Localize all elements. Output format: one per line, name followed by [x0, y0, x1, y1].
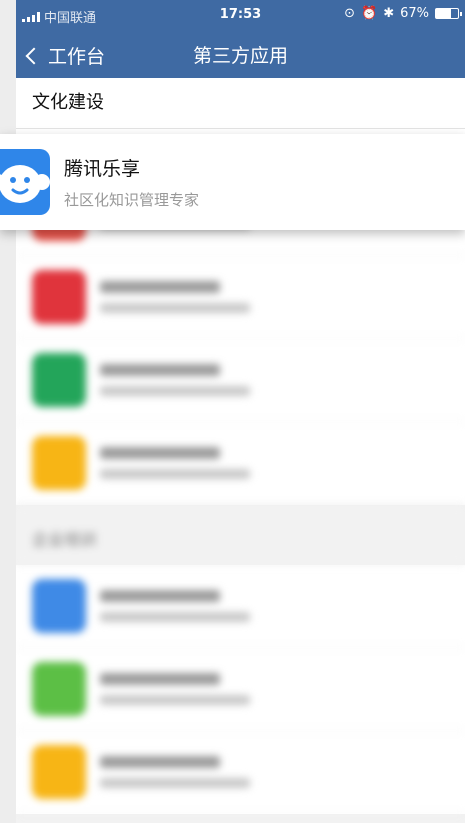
app-icon — [32, 662, 86, 716]
list-item[interactable] — [16, 565, 465, 648]
status-bar: 中国联通 17:53 ⊙ ⏰ ✱ 67% — [16, 0, 465, 28]
app-name — [100, 281, 220, 293]
page-title: 第三方应用 — [192, 45, 288, 67]
list-item[interactable] — [16, 648, 465, 731]
phone-screen: 中国联通 17:53 ⊙ ⏰ ✱ 67% 工作台 第三方应用 文化建设 企业培训 — [16, 0, 465, 823]
app-icon — [0, 149, 50, 215]
app-list-training — [16, 565, 465, 814]
bluetooth-icon: ✱ — [383, 6, 395, 21]
app-description: 社区化知识管理专家 — [64, 191, 200, 209]
app-name — [100, 756, 220, 768]
app-text — [100, 364, 250, 396]
battery-fill — [436, 9, 451, 18]
app-name — [100, 364, 220, 376]
app-icon — [32, 353, 86, 407]
app-text — [100, 281, 250, 313]
app-text — [100, 590, 250, 622]
app-name — [100, 673, 220, 685]
app-text — [100, 447, 250, 479]
app-description — [100, 303, 250, 313]
app-name — [100, 447, 220, 459]
status-right: ⊙ ⏰ ✱ 67% — [344, 6, 462, 21]
battery-icon — [435, 8, 462, 19]
app-description — [100, 778, 250, 788]
monkey-face-icon — [0, 165, 50, 203]
app-description — [100, 386, 250, 396]
app-name: 腾讯乐享 — [64, 158, 141, 180]
list-item[interactable] — [16, 731, 465, 814]
group-title-training: 企业培训 — [16, 505, 465, 565]
highlight-app-card[interactable]: 腾讯乐享 社区化知识管理专家 — [0, 134, 465, 230]
rotation-lock-icon: ⊙ — [344, 6, 355, 21]
app-description — [100, 469, 250, 479]
list-item[interactable] — [16, 339, 465, 422]
battery-percent: 67% — [400, 6, 429, 21]
nav-bar: 工作台 第三方应用 — [16, 28, 465, 78]
app-description — [100, 612, 250, 622]
app-name — [100, 590, 220, 602]
app-icon — [32, 436, 86, 490]
app-description — [100, 695, 250, 705]
alarm-icon: ⏰ — [361, 6, 378, 21]
app-icon — [32, 745, 86, 799]
app-text — [100, 756, 250, 788]
app-icon — [32, 579, 86, 633]
app-icon — [32, 270, 86, 324]
list-item[interactable] — [16, 422, 465, 505]
app-text: 腾讯乐享 社区化知识管理专家 — [64, 154, 199, 210]
list-item[interactable] — [16, 256, 465, 339]
app-text — [100, 673, 250, 705]
section-title: 文化建设 — [16, 78, 465, 129]
